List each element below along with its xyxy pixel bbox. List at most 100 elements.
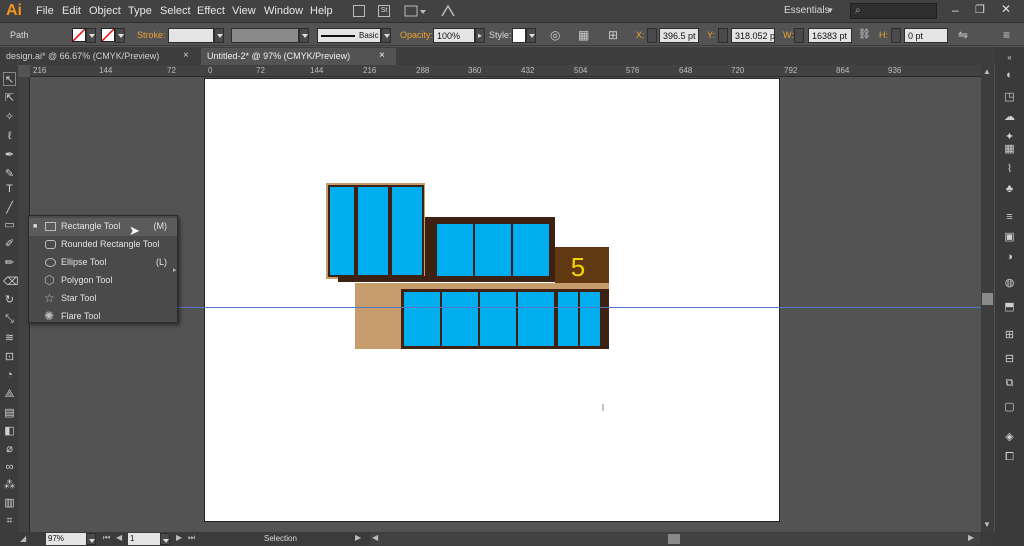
h-field[interactable]: 0 pt xyxy=(904,28,948,43)
stroke-panel-icon[interactable]: ≡ xyxy=(1003,211,1016,224)
lasso-tool-icon[interactable]: ℓ xyxy=(3,129,16,143)
flyout-ellipse-tool[interactable]: Ellipse Tool (L) xyxy=(29,254,177,272)
align-grid-icon[interactable]: ▦ xyxy=(578,28,589,42)
flyout-flare-tool[interactable]: ✺ Flare Tool xyxy=(29,308,177,326)
transparency-panel-icon[interactable]: ◑ xyxy=(1003,251,1016,264)
appearance-panel-icon[interactable]: ◍ xyxy=(1003,277,1016,290)
vertical-scrollbar[interactable]: ▲ ▼ xyxy=(981,65,994,532)
w-field[interactable]: 16383 pt xyxy=(808,28,852,43)
eyedropper-tool-icon[interactable]: ⌀ xyxy=(3,442,16,456)
menu-select[interactable]: Select xyxy=(160,5,191,17)
flyout-rectangle-tool[interactable]: ■ Rectangle Tool (M) xyxy=(29,218,177,236)
tab-close-icon[interactable]: × xyxy=(183,50,189,61)
perspective-grid-tool-icon[interactable]: ⟁ xyxy=(3,387,16,401)
x-field[interactable]: 396.5 pt xyxy=(659,28,699,43)
scroll-up-icon[interactable]: ▲ xyxy=(983,67,991,76)
curvature-tool-icon[interactable]: ✎ xyxy=(3,167,16,181)
tearoff-handle-icon[interactable]: ▸ xyxy=(173,266,177,274)
menu-file[interactable]: File xyxy=(36,5,54,17)
last-artboard-icon[interactable]: ⏭ xyxy=(188,533,195,543)
cc-libraries-icon[interactable]: ☁ xyxy=(1003,111,1016,124)
gradient-tool-icon[interactable]: ◧ xyxy=(3,424,16,438)
control-panel-menu-icon[interactable]: ≡ xyxy=(1003,28,1010,42)
flyout-rounded-rectangle-tool[interactable]: Rounded Rectangle Tool xyxy=(29,236,177,254)
rotate-tool-icon[interactable]: ↻ xyxy=(3,293,16,307)
fill-dropdown[interactable] xyxy=(86,28,96,43)
opacity-arrow-icon[interactable]: ▸ xyxy=(475,28,485,43)
width-tool-icon[interactable]: ≋ xyxy=(3,331,16,345)
scroll-thumb[interactable] xyxy=(982,293,993,305)
menu-effect[interactable]: Effect xyxy=(197,5,225,17)
direct-selection-tool-icon[interactable]: ⇱ xyxy=(3,91,16,105)
transform-reference-icon[interactable]: ⊞ xyxy=(608,28,618,42)
color-panel-icon[interactable]: ◐ xyxy=(1003,69,1016,82)
transform-flip-icon[interactable]: ⇋ xyxy=(958,28,968,42)
brushes-panel-icon[interactable]: ⌇ xyxy=(1003,163,1016,176)
h-stepper[interactable] xyxy=(891,28,901,43)
y-field[interactable]: 318.052 pt xyxy=(731,28,775,43)
color-guide-icon[interactable]: ◳ xyxy=(1003,91,1016,104)
constrain-proportions-icon[interactable]: ⛓ xyxy=(858,29,871,40)
stroke-swatch-icon[interactable] xyxy=(101,28,115,42)
maximize-icon[interactable]: ❐ xyxy=(975,3,985,16)
stroke-dropdown[interactable] xyxy=(115,28,125,43)
fill-swatch-icon[interactable] xyxy=(72,28,86,42)
scroll-down-icon[interactable]: ▼ xyxy=(983,520,991,529)
arrange-documents-icon[interactable] xyxy=(404,5,426,17)
symbol-sprayer-tool-icon[interactable]: ⁂ xyxy=(3,478,16,492)
style-dropdown[interactable] xyxy=(526,28,536,43)
gradient-panel-icon[interactable]: ▣ xyxy=(1003,231,1016,244)
zoom-field[interactable]: 97% xyxy=(46,533,86,545)
stock-icon[interactable]: St xyxy=(378,5,390,17)
layers-panel-icon[interactable]: ◈ xyxy=(1003,431,1016,444)
shape-builder-tool-icon[interactable]: ◔ xyxy=(3,368,16,382)
minimize-icon[interactable]: – xyxy=(952,3,959,17)
artboard-tool-icon[interactable]: ⌗ xyxy=(3,514,16,528)
asset-export-icon[interactable]: ⧠ xyxy=(1003,451,1016,464)
variable-width-dropdown[interactable] xyxy=(299,28,309,43)
blend-tool-icon[interactable]: ∞ xyxy=(3,460,16,474)
artboard-number-field[interactable]: 1 xyxy=(128,533,160,545)
brush-dropdown[interactable] xyxy=(381,28,391,43)
align-panel-icon[interactable]: ⊟ xyxy=(1003,353,1016,366)
tab-close-icon[interactable]: × xyxy=(379,50,385,61)
line-tool-icon[interactable]: ╱ xyxy=(3,201,16,215)
menu-window[interactable]: Window xyxy=(264,5,303,17)
paintbrush-tool-icon[interactable]: ✐ xyxy=(3,237,16,251)
pen-tool-icon[interactable]: ✒ xyxy=(3,148,16,162)
type-tool-icon[interactable]: T xyxy=(3,182,16,196)
brush-definition[interactable]: Basic xyxy=(317,28,381,43)
status-mode[interactable]: Selection xyxy=(264,534,297,543)
bridge-icon[interactable] xyxy=(353,5,365,17)
scale-tool-icon[interactable]: ⤡ xyxy=(3,312,16,326)
recolor-artwork-icon[interactable]: ◎ xyxy=(550,28,560,42)
w-stepper[interactable] xyxy=(794,28,804,43)
flyout-polygon-tool[interactable]: ⬡ Polygon Tool xyxy=(29,272,177,290)
tab-untitled-2[interactable]: Untitled-2* @ 97% (CMYK/Preview) × xyxy=(201,48,396,65)
horizontal-scrollbar[interactable]: ◀ ▶ xyxy=(370,533,980,545)
menu-type[interactable]: Type xyxy=(128,5,152,17)
flyout-star-tool[interactable]: ☆ Star Tool xyxy=(29,290,177,308)
menu-object[interactable]: Object xyxy=(89,5,121,17)
scroll-right-icon[interactable]: ▶ xyxy=(968,533,974,542)
transform-panel-icon[interactable]: ⊞ xyxy=(1003,329,1016,342)
stroke-weight-field[interactable] xyxy=(168,28,214,43)
gpu-performance-icon[interactable] xyxy=(440,4,456,18)
workspace-switcher[interactable]: Essentials xyxy=(784,5,830,16)
rectangle-tool-icon[interactable]: ▭ xyxy=(3,218,16,232)
menu-view[interactable]: View xyxy=(232,5,256,17)
opacity-field[interactable]: 100% xyxy=(433,28,475,43)
horizontal-scroll-thumb[interactable] xyxy=(668,534,680,544)
magic-wand-tool-icon[interactable]: ✧ xyxy=(3,110,16,124)
next-artboard-icon[interactable]: ▶ xyxy=(176,533,182,542)
mesh-tool-icon[interactable]: ▤ xyxy=(3,406,16,420)
column-graph-tool-icon[interactable]: ▥ xyxy=(3,496,16,510)
artboard[interactable]: 5 xyxy=(204,78,780,522)
status-menu-icon[interactable]: ▶ xyxy=(355,533,361,542)
search-input[interactable]: ⌕ xyxy=(850,3,937,19)
free-transform-tool-icon[interactable]: ⊡ xyxy=(3,350,16,364)
workspace-chevron-icon[interactable]: ▾ xyxy=(828,5,833,16)
pathfinder-panel-icon[interactable]: ⧉ xyxy=(1003,377,1016,390)
scroll-left-icon[interactable]: ◀ xyxy=(372,533,378,542)
swatches-panel-icon[interactable]: ▦ xyxy=(1003,143,1016,156)
